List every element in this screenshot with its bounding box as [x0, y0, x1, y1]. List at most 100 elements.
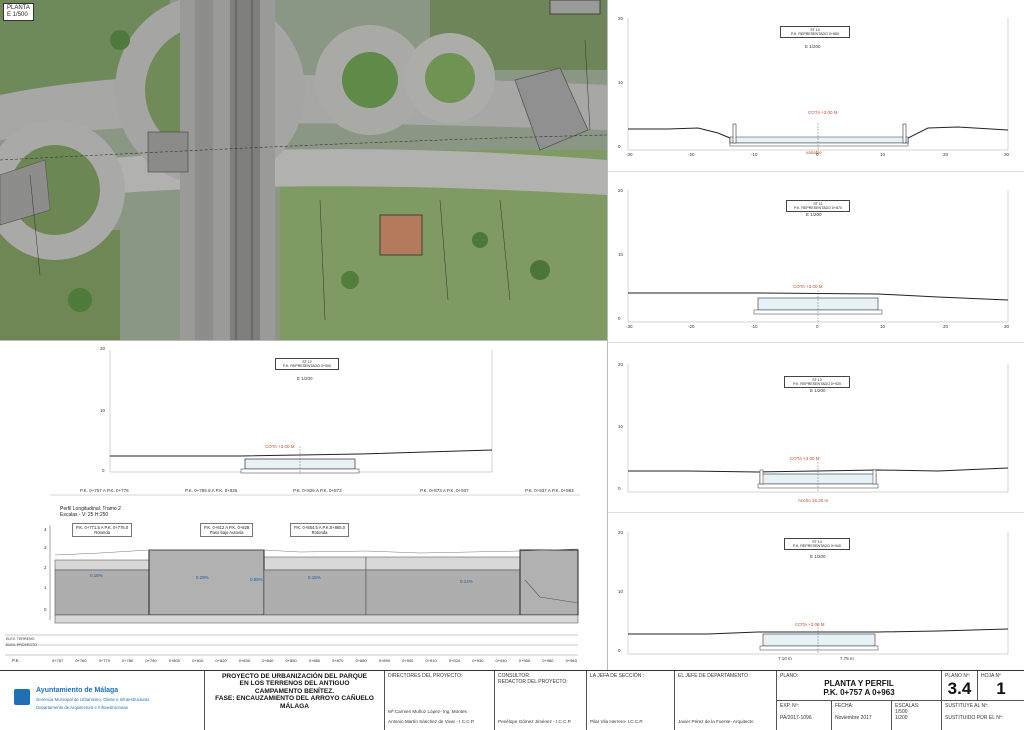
y-tick: 10	[618, 589, 624, 594]
slope-label: 0.29%	[196, 575, 209, 580]
section-scale: E 1/200	[806, 212, 822, 217]
y-tick: 0	[618, 316, 621, 321]
slope-label: 0.18%	[90, 573, 103, 578]
director-name: Antonio Martín Sánchez de Vivar - I.C.C.…	[388, 719, 475, 725]
plan-label-scale: E 1/500	[7, 12, 28, 18]
fecha-cell: FECHA: Noviembre 2017	[832, 701, 892, 730]
section-width: Ancho 16.20 m	[798, 498, 829, 503]
x-tick: -30	[626, 324, 633, 329]
jefa-label: LA JEFA DE SECCIÓN :	[590, 673, 645, 679]
segment-label: P.K. 0+757 A P.K. 0+776	[80, 488, 129, 493]
pk-value: 0+810	[192, 658, 204, 663]
x-tick: 20	[943, 324, 949, 329]
x-tick: 0	[816, 324, 819, 329]
x-tick: -30	[626, 152, 633, 157]
section-width: variable	[806, 150, 822, 155]
plan-label-title: PLANTA	[7, 5, 30, 11]
y-tick: 1	[44, 585, 47, 590]
cross-section-2: ST 11 P.K. REPRESENTADO 0+870 E 1/200 CO…	[608, 172, 1024, 342]
slope-label: 0.98%	[250, 577, 263, 582]
y-tick: 20	[618, 16, 624, 21]
y-tick: 10	[618, 252, 624, 257]
malaga-logo-icon	[14, 689, 30, 705]
pk-value: 0+760	[75, 658, 87, 663]
sustituido-label: SUSTITUIDO POR EL Nº:	[945, 715, 1004, 721]
logo-line3: Departamento de Arquitectura e Infraestr…	[36, 705, 128, 710]
section-pk: P.K. REPRESENTADO 0+900	[283, 364, 331, 369]
pk-value: 0+960	[542, 658, 554, 663]
logo-line1: Ayuntamiento de Málaga	[36, 687, 119, 694]
aerial-plan: PLANTA E 1/500	[0, 0, 607, 340]
rotonda-name: Rotonda	[311, 530, 328, 535]
cross-section-4: ST 13 P.K. REPRESENTADO 0+920 E 1/200 CO…	[608, 346, 1024, 512]
plan-label: PLANTA E 1/500	[3, 3, 34, 21]
section-title-box: ST 12 P.K. REPRESENTADO 0+900	[275, 358, 339, 371]
pk-value: 0+780	[122, 658, 134, 663]
redactor-label: REDACTOR DEL PROYECTO:	[498, 679, 568, 685]
exp-label: EXP. Nº:	[780, 703, 799, 709]
profile-scales: Escalas - V: 25 H:250	[60, 512, 109, 518]
section-scale: E 1/200	[297, 376, 313, 381]
segment-label: P.K. 0+789.8 A P.K. 0+826	[185, 488, 238, 493]
y-tick: 10	[618, 80, 624, 85]
plano-number-cell: PLANO Nº: 3.4	[942, 671, 978, 701]
x-tick: 0	[816, 152, 819, 157]
x-tick: 30	[1004, 324, 1010, 329]
section-scale: E 1/200	[805, 44, 821, 49]
fecha-value: Noviembre 2017	[835, 715, 872, 721]
jefe-name: Javier Pérez de la Fuente- Arquitecto	[678, 719, 754, 725]
project-title-line: MÁLAGA	[280, 702, 309, 710]
section-scale: E 1/200	[810, 388, 826, 393]
x-tick: -10	[751, 324, 758, 329]
project-cell: PROYECTO DE URBANIZACIÓN DEL PARQUE EN L…	[205, 671, 385, 730]
section-pk: P.K. REPRESENTADO 0+870	[794, 206, 842, 211]
pk-value: 0+860	[308, 658, 321, 663]
y-tick: 20	[618, 530, 624, 535]
section-cota: COTA +3.00 M	[790, 456, 820, 461]
sustituye-cell: SUSTITUYE AL Nº: SUSTITUIDO POR EL Nº:	[942, 701, 1024, 730]
section-pk: P.K. REPRESENTADO 0+850	[791, 32, 839, 37]
rotonda-label: P.K. 0+812 A P.K. 0+828 Paso bajo Autoví…	[200, 523, 254, 537]
pk-value: 0+800	[168, 658, 180, 663]
x-tick: 30	[1004, 152, 1010, 157]
pk-value: 0+963	[565, 658, 577, 663]
profile-title: Perfil Longitudinal: Tramo 2 Escalas - V…	[60, 506, 121, 518]
longitudinal-profile: Perfil Longitudinal: Tramo 2 Escalas - V…	[0, 485, 607, 670]
sustituye-label: SUSTITUYE AL Nº:	[945, 703, 989, 709]
rotonda-label: P.K. 0+854.5 A P.K.0+865.0 Rotonda	[290, 523, 350, 537]
plano-cell: PLANO: PLANTA Y PERFIL P.K. 0+757 A 0+96…	[777, 671, 942, 701]
y-tick: 0	[618, 144, 621, 149]
pk-value: 0+890	[378, 658, 391, 663]
pk-value: 0+950	[518, 658, 531, 663]
escalas-cell: ESCALAS: 1/500 1/200	[892, 701, 942, 730]
consultor-cell: CONSULTOR: REDACTOR DEL PROYECTO: Penélo…	[495, 671, 587, 730]
directores-label: DIRECTORES DEL PROYECTO:	[388, 673, 463, 679]
escala-value: 1/200	[895, 715, 908, 721]
section-title-box: ST 11 P.K. REPRESENTADO 0+870	[786, 200, 850, 213]
cross-section-3: ST 12 P.K. REPRESENTADO 0+900 E 1/200 CO…	[100, 342, 505, 484]
y-tick: 0	[618, 648, 621, 653]
aerial-photo	[0, 0, 607, 340]
pk-value: 0+920	[448, 658, 461, 663]
y-tick: 0	[44, 607, 47, 612]
hoja-cell: HOJA Nº 1	[978, 671, 1024, 701]
hoja-number: 1	[996, 679, 1006, 698]
divider	[607, 0, 608, 670]
divider	[608, 171, 1024, 172]
row-label: ELEV. TERRENO	[6, 637, 35, 641]
plano-title: PLANTA Y PERFIL	[824, 679, 894, 688]
pk-value: 0+820	[215, 658, 227, 663]
divider	[608, 512, 1024, 513]
pk-value: 0+930	[472, 658, 484, 663]
cross-section-1: ST 10 P.K. REPRESENTADO 0+850 E 1/200 CO…	[608, 0, 1024, 170]
section-cota: COTA +3.00 M	[808, 110, 838, 115]
pk-value: 0+840	[262, 658, 274, 663]
director-name: Mª Carmen Muñoz López- Ing. Montes	[388, 709, 467, 715]
y-tick: 10	[618, 424, 624, 429]
redactor-name: Penélope Gómez Jiménez - I.C.C.P.	[498, 719, 572, 725]
jefa-name: Pilar Vila Herrero- I.C.C.P.	[590, 719, 644, 725]
y-tick: 4	[44, 527, 47, 532]
y-tick: 0	[618, 486, 621, 491]
section-title-box: ST 13 P.K. REPRESENTADO 0+920	[784, 376, 850, 389]
x-tick: 20	[943, 152, 949, 157]
